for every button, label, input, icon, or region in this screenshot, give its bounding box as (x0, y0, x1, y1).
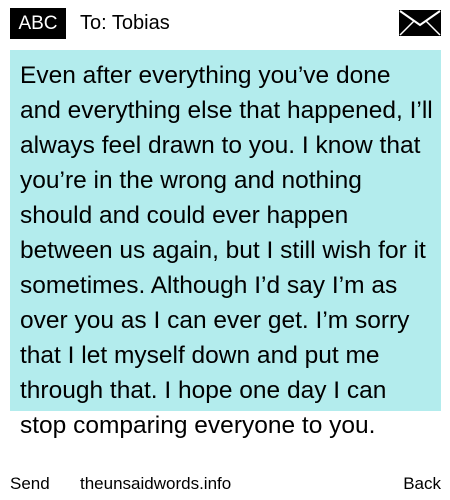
send-softkey[interactable]: Send (10, 473, 50, 495)
message-body-text[interactable]: Even after everything you’ve done and ev… (20, 58, 436, 500)
recipient-line: To: Tobias (80, 12, 170, 34)
message-header: ABC To: Tobias (0, 0, 450, 46)
site-credit-text: theunsaidwords.info (80, 473, 232, 495)
back-softkey[interactable]: Back (403, 473, 441, 495)
input-mode-badge[interactable]: ABC (10, 8, 66, 39)
envelope-icon (399, 10, 441, 36)
